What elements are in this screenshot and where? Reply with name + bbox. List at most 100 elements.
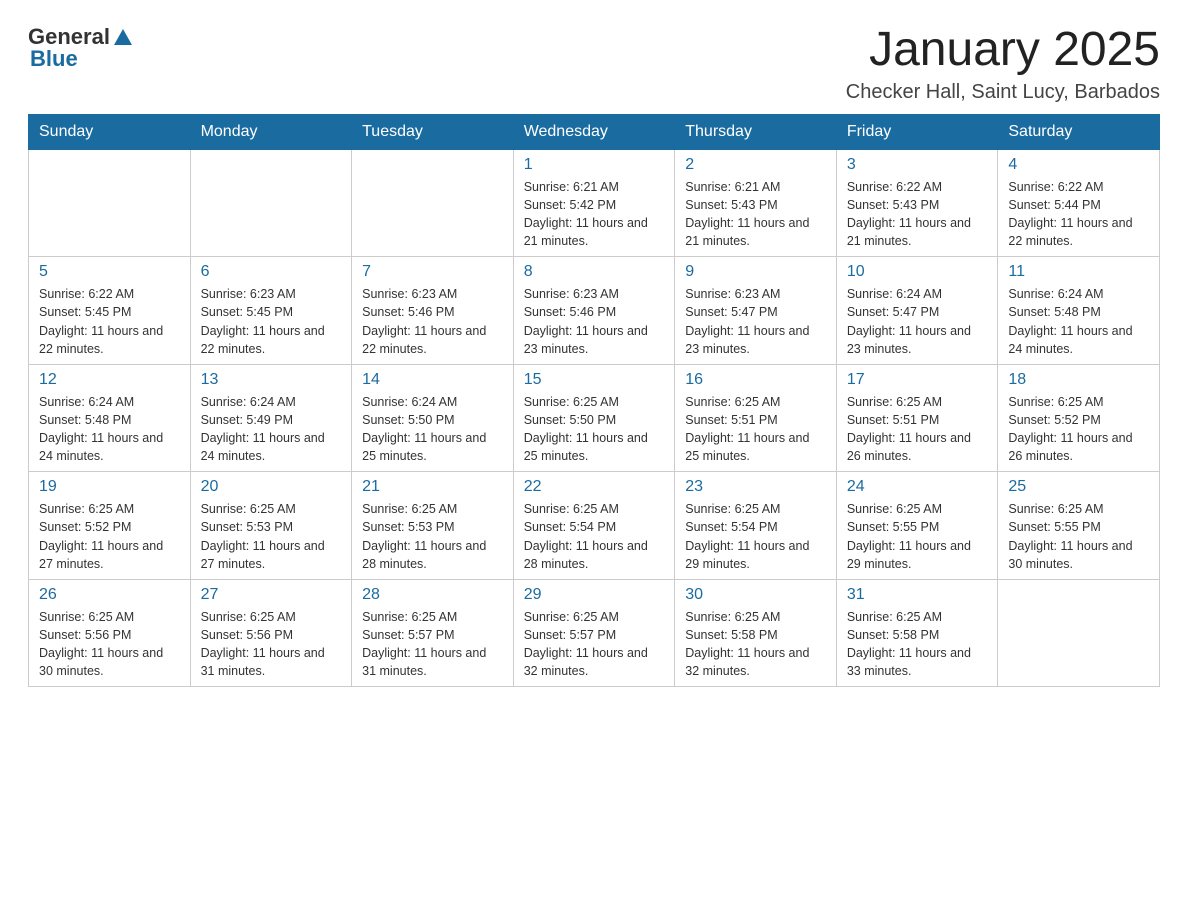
calendar-cell: 5 Sunrise: 6:22 AM Sunset: 5:45 PM Daylig… xyxy=(29,257,191,365)
day-number: 18 xyxy=(1008,371,1149,389)
calendar-table: SundayMondayTuesdayWednesdayThursdayFrid… xyxy=(28,114,1160,688)
month-title: January 2025 xyxy=(846,24,1160,77)
day-info: Sunrise: 6:22 AM Sunset: 5:44 PM Dayligh… xyxy=(1008,180,1132,248)
calendar-cell: 1 Sunrise: 6:21 AM Sunset: 5:42 PM Daylig… xyxy=(513,149,675,257)
day-info: Sunrise: 6:25 AM Sunset: 5:57 PM Dayligh… xyxy=(524,610,648,678)
day-number: 22 xyxy=(524,478,665,496)
day-info: Sunrise: 6:21 AM Sunset: 5:43 PM Dayligh… xyxy=(685,180,809,248)
day-number: 10 xyxy=(847,263,988,281)
day-number: 1 xyxy=(524,156,665,174)
day-number: 25 xyxy=(1008,478,1149,496)
day-info: Sunrise: 6:25 AM Sunset: 5:51 PM Dayligh… xyxy=(685,395,809,463)
day-number: 14 xyxy=(362,371,503,389)
day-info: Sunrise: 6:24 AM Sunset: 5:49 PM Dayligh… xyxy=(201,395,325,463)
day-number: 24 xyxy=(847,478,988,496)
day-info: Sunrise: 6:22 AM Sunset: 5:43 PM Dayligh… xyxy=(847,180,971,248)
day-info: Sunrise: 6:25 AM Sunset: 5:54 PM Dayligh… xyxy=(685,502,809,570)
day-info: Sunrise: 6:23 AM Sunset: 5:45 PM Dayligh… xyxy=(201,287,325,355)
weekday-header-friday: Friday xyxy=(836,114,998,149)
day-number: 19 xyxy=(39,478,180,496)
day-info: Sunrise: 6:25 AM Sunset: 5:55 PM Dayligh… xyxy=(847,502,971,570)
weekday-header-saturday: Saturday xyxy=(998,114,1160,149)
week-row-1: 1 Sunrise: 6:21 AM Sunset: 5:42 PM Daylig… xyxy=(29,149,1160,257)
day-number: 23 xyxy=(685,478,826,496)
calendar-cell xyxy=(998,579,1160,687)
calendar-cell: 15 Sunrise: 6:25 AM Sunset: 5:50 PM Dayli… xyxy=(513,364,675,472)
day-info: Sunrise: 6:22 AM Sunset: 5:45 PM Dayligh… xyxy=(39,287,163,355)
day-number: 15 xyxy=(524,371,665,389)
calendar-cell: 7 Sunrise: 6:23 AM Sunset: 5:46 PM Daylig… xyxy=(352,257,514,365)
weekday-header-monday: Monday xyxy=(190,114,352,149)
day-number: 11 xyxy=(1008,263,1149,281)
calendar-cell xyxy=(29,149,191,257)
calendar-cell: 30 Sunrise: 6:25 AM Sunset: 5:58 PM Dayli… xyxy=(675,579,837,687)
calendar-cell: 28 Sunrise: 6:25 AM Sunset: 5:57 PM Dayli… xyxy=(352,579,514,687)
weekday-header-sunday: Sunday xyxy=(29,114,191,149)
day-number: 26 xyxy=(39,586,180,604)
day-info: Sunrise: 6:25 AM Sunset: 5:54 PM Dayligh… xyxy=(524,502,648,570)
day-number: 4 xyxy=(1008,156,1149,174)
day-number: 29 xyxy=(524,586,665,604)
week-row-3: 12Sunrise: 6:24 AM Sunset: 5:48 PM Dayli… xyxy=(29,364,1160,472)
page-header: General Blue January 2025 Checker Hall, … xyxy=(28,24,1160,104)
day-info: Sunrise: 6:25 AM Sunset: 5:55 PM Dayligh… xyxy=(1008,502,1132,570)
weekday-header-thursday: Thursday xyxy=(675,114,837,149)
day-number: 16 xyxy=(685,371,826,389)
calendar-cell: 11 Sunrise: 6:24 AM Sunset: 5:48 PM Dayli… xyxy=(998,257,1160,365)
calendar-cell: 29 Sunrise: 6:25 AM Sunset: 5:57 PM Dayli… xyxy=(513,579,675,687)
day-number: 27 xyxy=(201,586,342,604)
day-info: Sunrise: 6:25 AM Sunset: 5:56 PM Dayligh… xyxy=(39,610,163,678)
calendar-cell: 20 Sunrise: 6:25 AM Sunset: 5:53 PM Dayli… xyxy=(190,472,352,580)
day-info: Sunrise: 6:25 AM Sunset: 5:52 PM Dayligh… xyxy=(39,502,163,570)
logo-triangle-icon xyxy=(112,27,134,49)
calendar-cell: 10 Sunrise: 6:24 AM Sunset: 5:47 PM Dayli… xyxy=(836,257,998,365)
day-info: Sunrise: 6:25 AM Sunset: 5:53 PM Dayligh… xyxy=(201,502,325,570)
day-number: 5 xyxy=(39,263,180,281)
calendar-cell: 4 Sunrise: 6:22 AM Sunset: 5:44 PM Daylig… xyxy=(998,149,1160,257)
day-info: Sunrise: 6:23 AM Sunset: 5:46 PM Dayligh… xyxy=(524,287,648,355)
logo: General Blue xyxy=(28,24,134,72)
calendar-cell: 13 Sunrise: 6:24 AM Sunset: 5:49 PM Dayli… xyxy=(190,364,352,472)
calendar-cell xyxy=(190,149,352,257)
day-number: 12 xyxy=(39,371,180,389)
day-number: 17 xyxy=(847,371,988,389)
calendar-cell: 12Sunrise: 6:24 AM Sunset: 5:48 PM Dayli… xyxy=(29,364,191,472)
day-number: 2 xyxy=(685,156,826,174)
day-info: Sunrise: 6:25 AM Sunset: 5:56 PM Dayligh… xyxy=(201,610,325,678)
day-info: Sunrise: 6:24 AM Sunset: 5:50 PM Dayligh… xyxy=(362,395,486,463)
week-row-5: 26 Sunrise: 6:25 AM Sunset: 5:56 PM Dayli… xyxy=(29,579,1160,687)
calendar-cell: 3 Sunrise: 6:22 AM Sunset: 5:43 PM Daylig… xyxy=(836,149,998,257)
calendar-cell: 23 Sunrise: 6:25 AM Sunset: 5:54 PM Dayli… xyxy=(675,472,837,580)
calendar-cell: 31Sunrise: 6:25 AM Sunset: 5:58 PM Dayli… xyxy=(836,579,998,687)
day-info: Sunrise: 6:25 AM Sunset: 5:57 PM Dayligh… xyxy=(362,610,486,678)
calendar-cell: 19 Sunrise: 6:25 AM Sunset: 5:52 PM Dayli… xyxy=(29,472,191,580)
week-row-4: 19 Sunrise: 6:25 AM Sunset: 5:52 PM Dayli… xyxy=(29,472,1160,580)
day-number: 7 xyxy=(362,263,503,281)
day-info: Sunrise: 6:21 AM Sunset: 5:42 PM Dayligh… xyxy=(524,180,648,248)
weekday-header-row: SundayMondayTuesdayWednesdayThursdayFrid… xyxy=(29,114,1160,149)
day-number: 8 xyxy=(524,263,665,281)
calendar-cell: 26 Sunrise: 6:25 AM Sunset: 5:56 PM Dayli… xyxy=(29,579,191,687)
calendar-cell: 2 Sunrise: 6:21 AM Sunset: 5:43 PM Daylig… xyxy=(675,149,837,257)
day-number: 3 xyxy=(847,156,988,174)
week-row-2: 5 Sunrise: 6:22 AM Sunset: 5:45 PM Daylig… xyxy=(29,257,1160,365)
day-info: Sunrise: 6:23 AM Sunset: 5:47 PM Dayligh… xyxy=(685,287,809,355)
day-info: Sunrise: 6:24 AM Sunset: 5:48 PM Dayligh… xyxy=(1008,287,1132,355)
day-info: Sunrise: 6:23 AM Sunset: 5:46 PM Dayligh… xyxy=(362,287,486,355)
day-number: 9 xyxy=(685,263,826,281)
day-number: 20 xyxy=(201,478,342,496)
day-number: 13 xyxy=(201,371,342,389)
calendar-cell: 9 Sunrise: 6:23 AM Sunset: 5:47 PM Daylig… xyxy=(675,257,837,365)
calendar-cell: 21Sunrise: 6:25 AM Sunset: 5:53 PM Dayli… xyxy=(352,472,514,580)
day-number: 28 xyxy=(362,586,503,604)
weekday-header-wednesday: Wednesday xyxy=(513,114,675,149)
day-number: 6 xyxy=(201,263,342,281)
calendar-cell: 24 Sunrise: 6:25 AM Sunset: 5:55 PM Dayli… xyxy=(836,472,998,580)
day-info: Sunrise: 6:24 AM Sunset: 5:47 PM Dayligh… xyxy=(847,287,971,355)
weekday-header-tuesday: Tuesday xyxy=(352,114,514,149)
day-info: Sunrise: 6:25 AM Sunset: 5:58 PM Dayligh… xyxy=(685,610,809,678)
day-info: Sunrise: 6:25 AM Sunset: 5:52 PM Dayligh… xyxy=(1008,395,1132,463)
day-number: 30 xyxy=(685,586,826,604)
day-info: Sunrise: 6:25 AM Sunset: 5:50 PM Dayligh… xyxy=(524,395,648,463)
calendar-cell: 22 Sunrise: 6:25 AM Sunset: 5:54 PM Dayli… xyxy=(513,472,675,580)
